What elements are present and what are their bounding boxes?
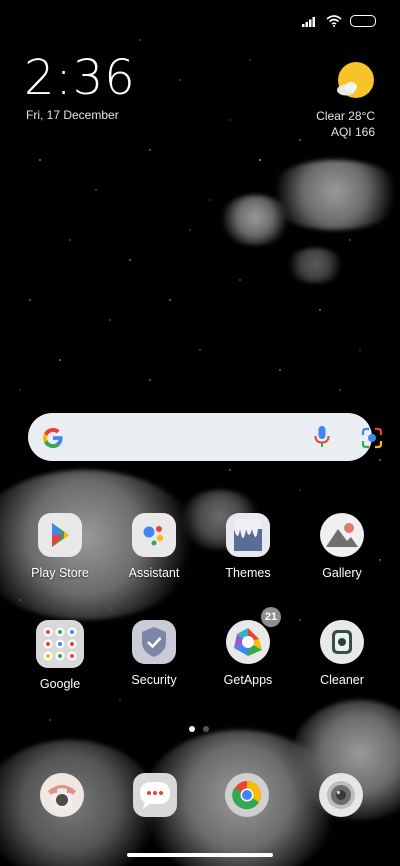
weather-aqi: AQI 166 xyxy=(330,125,375,139)
app-label: Play Store xyxy=(31,566,89,580)
app-play-store[interactable]: Play Store xyxy=(18,513,102,580)
chrome-icon[interactable] xyxy=(225,773,269,817)
weather-widget[interactable]: Clear 28°C AQI 166 xyxy=(316,108,375,140)
app-cleaner[interactable]: Cleaner xyxy=(300,620,384,687)
play-store-icon xyxy=(38,513,82,557)
app-themes[interactable]: Themes xyxy=(206,513,290,580)
gallery-icon xyxy=(320,513,364,557)
battery-icon xyxy=(350,15,376,27)
signal-icon xyxy=(302,17,315,27)
weather-condition-temp: Clear 28°C xyxy=(316,109,375,123)
app-label: Gallery xyxy=(322,566,362,580)
app-label: Themes xyxy=(225,566,271,580)
themes-icon xyxy=(226,513,270,557)
google-search-bar[interactable] xyxy=(28,413,383,461)
app-folder-google[interactable]: Google xyxy=(18,620,102,691)
gesture-home-bar[interactable] xyxy=(127,853,273,857)
page-indicator[interactable] xyxy=(189,726,209,732)
sun-cloud-icon[interactable] xyxy=(334,61,376,103)
wifi-icon xyxy=(326,15,342,27)
messages-icon[interactable] xyxy=(133,773,177,817)
google-folder-icon xyxy=(36,620,84,668)
app-label: Assistant xyxy=(128,566,180,580)
notification-badge: 21 xyxy=(261,607,281,627)
clock-time[interactable]: 2:36 xyxy=(24,54,136,102)
app-gallery[interactable]: Gallery xyxy=(300,513,384,580)
page-dot xyxy=(203,726,209,732)
status-bar xyxy=(0,0,400,40)
cleaner-icon xyxy=(320,620,364,664)
app-label: GetApps xyxy=(223,673,273,687)
app-getapps[interactable]: GetApps xyxy=(206,620,290,687)
clock-date[interactable]: Fri, 17 December xyxy=(26,108,119,122)
app-label: Security xyxy=(131,673,177,687)
assistant-icon xyxy=(132,513,176,557)
google-logo-icon xyxy=(43,428,63,448)
app-assistant[interactable]: Assistant xyxy=(112,513,196,580)
getapps-icon xyxy=(226,620,270,664)
microphone-icon[interactable] xyxy=(313,425,331,449)
app-security[interactable]: Security xyxy=(112,620,196,687)
page-dot-active xyxy=(189,726,195,732)
app-label: Google xyxy=(39,677,81,691)
camera-icon[interactable] xyxy=(319,773,363,817)
security-shield-icon xyxy=(132,620,176,664)
phone-icon[interactable] xyxy=(40,773,84,817)
app-label: Cleaner xyxy=(320,673,364,687)
lens-camera-icon[interactable] xyxy=(361,427,383,449)
